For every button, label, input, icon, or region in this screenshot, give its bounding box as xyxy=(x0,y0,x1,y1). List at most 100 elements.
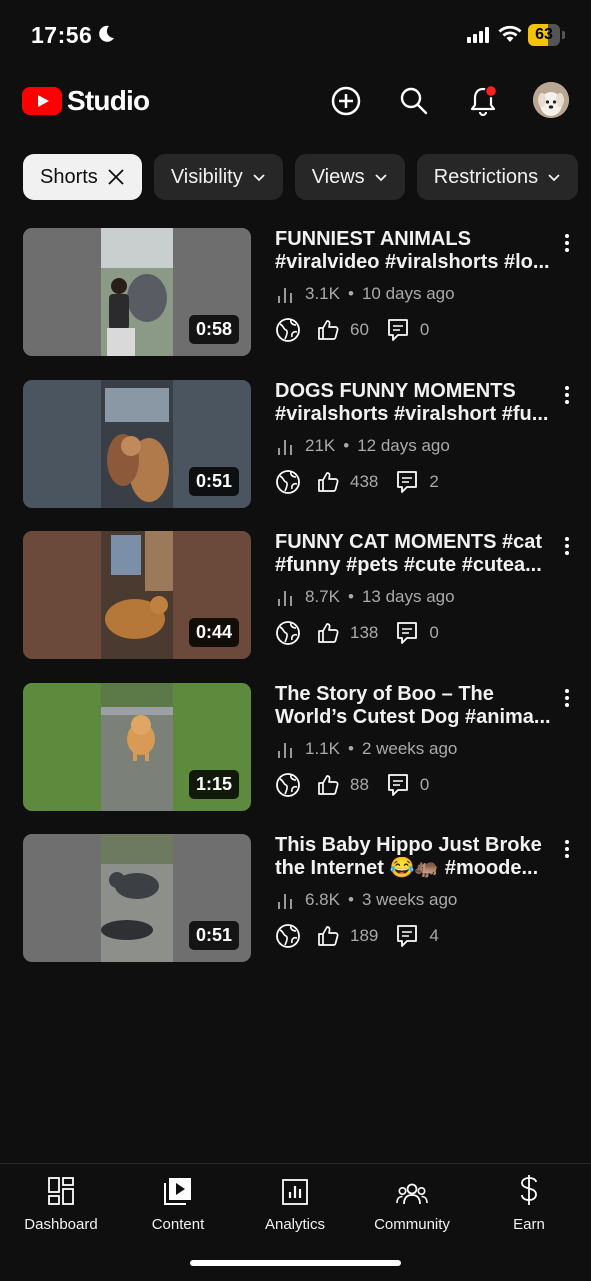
video-stats: 88 0 xyxy=(275,772,446,798)
video-title-line: #funny #pets #cute #cutea... xyxy=(275,554,542,576)
thumbnail-image xyxy=(101,834,173,962)
video-title[interactable]: This Baby Hippo Just Broke the Internet … xyxy=(275,834,555,880)
public-globe-icon xyxy=(276,470,300,494)
comment-count: 0 xyxy=(429,623,439,642)
notifications-button[interactable] xyxy=(465,83,501,119)
video-list-item[interactable]: 0:51 This Baby Hippo Just Broke the Inte… xyxy=(0,834,591,964)
wifi-icon xyxy=(498,25,522,42)
comment-count: 0 xyxy=(419,320,430,339)
comment-count: 0 xyxy=(419,775,430,794)
video-list-item[interactable]: 0:44 FUNNY CAT MOMENTS #cat #funny #pets… xyxy=(0,531,591,661)
video-stats: 60 0 xyxy=(275,317,446,343)
like-count: 138 xyxy=(350,623,379,642)
video-list-item[interactable]: 0:58 FUNNIEST ANIMALS #viralvideo #viral… xyxy=(0,228,591,358)
nav-label: Earn xyxy=(513,1216,545,1233)
video-title-line: #viralshorts #viralshort #fu... xyxy=(275,403,549,425)
video-stats: 138 0 xyxy=(275,620,456,646)
view-count: 1.1K xyxy=(305,739,340,758)
nav-item-dashboard[interactable]: Dashboard xyxy=(2,1174,120,1233)
public-globe-icon xyxy=(276,924,300,948)
video-title-line: the Internet 😂🦛 #moode... xyxy=(275,857,539,879)
youtube-studio-logo[interactable]: Studio xyxy=(22,85,150,117)
comment-count: 2 xyxy=(429,472,439,491)
app-header: Studio xyxy=(0,78,591,126)
thumbnail-image xyxy=(101,228,173,356)
comment-icon xyxy=(388,774,408,796)
like-icon xyxy=(318,472,339,492)
views-bars-icon xyxy=(278,894,292,909)
close-icon[interactable] xyxy=(106,167,126,187)
avatar[interactable] xyxy=(533,82,569,118)
create-button[interactable] xyxy=(328,83,364,119)
video-duration: 0:58 xyxy=(188,315,239,344)
more-options-icon[interactable] xyxy=(558,384,576,406)
video-thumbnail[interactable]: 0:51 xyxy=(23,380,251,508)
video-title[interactable]: DOGS FUNNY MOMENTS #viralshorts #viralsh… xyxy=(275,380,555,426)
comment-icon xyxy=(397,471,418,493)
filter-chip-visibility[interactable]: Visibility xyxy=(153,154,283,200)
video-duration: 1:15 xyxy=(188,770,239,799)
chip-label: Restrictions xyxy=(433,165,539,188)
video-duration: 0:51 xyxy=(188,467,239,496)
chip-label: Views xyxy=(311,165,365,188)
video-thumbnail[interactable]: 1:15 xyxy=(23,683,251,811)
upload-age: 3 weeks ago xyxy=(361,890,458,909)
filter-chip-restrictions[interactable]: Restrictions xyxy=(416,154,579,200)
meta-separator: • xyxy=(347,890,354,909)
comment-count: 4 xyxy=(429,926,439,945)
nav-label: Analytics xyxy=(264,1216,326,1233)
video-title[interactable]: FUNNIEST ANIMALS #viralvideo #viralshort… xyxy=(275,228,555,274)
status-bar: 17:56 63 xyxy=(0,0,591,70)
video-title-line: World’s Cutest Dog #anima... xyxy=(275,706,551,728)
video-meta: 8.7K • 13 days ago xyxy=(275,587,455,607)
video-title-line: FUNNY CAT MOMENTS #cat xyxy=(275,531,543,553)
filter-chip-shorts[interactable]: Shorts xyxy=(23,154,142,200)
more-options-icon[interactable] xyxy=(558,838,576,860)
video-meta: 6.8K • 3 weeks ago xyxy=(275,890,457,910)
video-stats: 438 2 xyxy=(275,469,456,495)
nav-item-community[interactable]: Community xyxy=(353,1174,471,1233)
like-count: 438 xyxy=(350,472,379,491)
chip-label: Shorts xyxy=(40,165,98,188)
video-title-line: DOGS FUNNY MOMENTS xyxy=(275,380,516,402)
nav-item-content[interactable]: Content xyxy=(119,1174,237,1233)
comment-icon xyxy=(388,319,408,341)
filter-chip-views[interactable]: Views xyxy=(294,154,405,200)
nav-label: Content xyxy=(151,1216,205,1233)
more-options-icon[interactable] xyxy=(558,232,576,254)
video-list-item[interactable]: 0:51 DOGS FUNNY MOMENTS #viralshorts #vi… xyxy=(0,380,591,510)
thumbnail-image xyxy=(101,380,173,508)
dashboard-icon xyxy=(48,1177,74,1205)
nav-label: Community xyxy=(374,1216,450,1233)
view-count: 21K xyxy=(305,436,336,455)
view-count: 3.1K xyxy=(305,284,340,303)
views-bars-icon xyxy=(278,440,292,455)
more-options-icon[interactable] xyxy=(558,535,576,557)
public-globe-icon xyxy=(276,621,300,645)
content-icon xyxy=(164,1178,191,1205)
video-thumbnail[interactable]: 0:44 xyxy=(23,531,251,659)
thumbnail-image xyxy=(101,683,173,811)
community-icon xyxy=(396,1183,428,1205)
like-count: 189 xyxy=(350,926,379,945)
like-icon xyxy=(318,320,339,340)
video-title[interactable]: The Story of Boo – The World’s Cutest Do… xyxy=(275,683,555,729)
video-title[interactable]: FUNNY CAT MOMENTS #cat #funny #pets #cut… xyxy=(275,531,555,577)
comment-icon xyxy=(397,622,418,644)
video-stats: 189 4 xyxy=(275,923,456,949)
view-count: 8.7K xyxy=(305,587,340,606)
search-button[interactable] xyxy=(396,83,432,119)
views-bars-icon xyxy=(278,288,292,303)
video-thumbnail[interactable]: 0:58 xyxy=(23,228,251,356)
nav-item-earn[interactable]: Earn xyxy=(470,1174,588,1233)
video-list-item[interactable]: 1:15 The Story of Boo – The World’s Cute… xyxy=(0,683,591,813)
upload-age: 13 days ago xyxy=(361,587,455,606)
meta-separator: • xyxy=(347,587,354,606)
views-bars-icon xyxy=(278,743,292,758)
video-meta: 3.1K • 10 days ago xyxy=(275,284,455,304)
public-globe-icon xyxy=(276,318,300,342)
nav-item-analytics[interactable]: Analytics xyxy=(236,1174,354,1233)
chip-label: Visibility xyxy=(170,165,243,188)
video-thumbnail[interactable]: 0:51 xyxy=(23,834,251,962)
more-options-icon[interactable] xyxy=(558,687,576,709)
